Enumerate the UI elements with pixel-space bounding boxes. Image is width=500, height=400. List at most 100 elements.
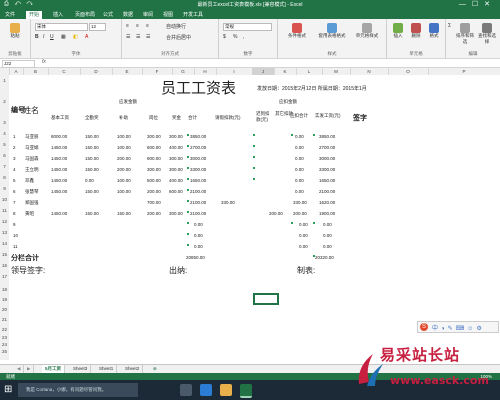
row-header[interactable]: 25	[0, 349, 9, 354]
row-header[interactable]: 6	[0, 153, 9, 158]
merge-center-button[interactable]: 合并后居中	[166, 34, 191, 41]
column-header[interactable]: N	[350, 68, 389, 75]
name-cell[interactable]: 马亚娟	[25, 145, 39, 151]
total-cell[interactable]: 2100.00	[190, 200, 206, 205]
worksheet[interactable]: 员工工资表 发放日期：2015年2月12日 所属日期：2015年1月 编号 姓名…	[9, 75, 500, 360]
seq-cell[interactable]: 4	[13, 167, 16, 172]
actual-cell[interactable]: 0.00	[323, 222, 332, 227]
late-cell[interactable]: 330.00	[221, 200, 235, 205]
fx-icon[interactable]: fx	[42, 59, 46, 65]
row-header[interactable]: 4	[0, 131, 9, 136]
align-right-icon[interactable]: ☰	[146, 34, 150, 40]
font-color-icon[interactable]: A	[85, 34, 88, 40]
ded-total-cell[interactable]: 0.00	[299, 222, 308, 227]
seq-cell[interactable]: 9	[13, 222, 16, 227]
selected-cell[interactable]	[253, 293, 279, 305]
name-cell[interactable]: 邓鑫	[25, 178, 34, 184]
actual-cell[interactable]: 2100.00	[319, 189, 335, 194]
base-cell[interactable]: 1450.00	[51, 145, 67, 150]
tab-insert[interactable]: 插入	[50, 11, 66, 19]
full-att-cell[interactable]: 150.00	[85, 156, 99, 161]
total-cell[interactable]: 3850.00	[190, 134, 206, 139]
ded-total-cell[interactable]: 0.00	[299, 244, 308, 249]
other-cell[interactable]: 200.00	[269, 211, 283, 216]
column-header[interactable]: C	[48, 68, 81, 75]
full-att-cell[interactable]: 150.00	[85, 145, 99, 150]
tab-home[interactable]: 开始	[26, 11, 43, 19]
post-cell[interactable]: 200.00	[147, 211, 161, 216]
column-header-selected[interactable]: J	[252, 68, 275, 75]
align-middle-icon[interactable]: ≡	[136, 23, 139, 29]
row-header[interactable]: 18	[0, 287, 9, 292]
seq-cell[interactable]: 10	[13, 233, 18, 238]
full-att-cell[interactable]: 0.00	[85, 178, 94, 183]
tab-formulas[interactable]: 公式	[100, 11, 116, 19]
subsidy-cell[interactable]: 100.00	[117, 189, 131, 194]
actual-cell[interactable]: 3850.00	[319, 134, 335, 139]
seq-cell[interactable]: 6	[13, 189, 16, 194]
total-cell[interactable]: 0.00	[194, 222, 203, 227]
seq-cell[interactable]: 1	[13, 134, 16, 139]
row-header[interactable]: 24	[0, 342, 9, 347]
name-cell[interactable]: 马国森	[25, 156, 39, 162]
cortana-search-box[interactable]: 我是 Cortana，小娜。有问题尽管问我。	[18, 383, 138, 397]
task-view-icon[interactable]	[180, 384, 192, 396]
bonus-cell[interactable]: 300.00	[169, 167, 183, 172]
row-header[interactable]: 23	[0, 335, 9, 340]
row-header[interactable]: 16	[0, 263, 9, 268]
row-header[interactable]: 12	[0, 219, 9, 224]
base-cell[interactable]: 1450.00	[51, 211, 67, 216]
column-header[interactable]: B	[23, 68, 49, 75]
number-format-select[interactable]: 常规	[223, 23, 272, 31]
tab-developer[interactable]: 开发工具	[180, 11, 206, 19]
wrap-text-button[interactable]: 自动换行	[166, 23, 186, 30]
column-header[interactable]: G	[172, 68, 195, 75]
actual-cell[interactable]: 1650.00	[319, 178, 335, 183]
row-header[interactable]: 17	[0, 274, 9, 279]
align-center-icon[interactable]: ☰	[136, 34, 140, 40]
row-header[interactable]: 3	[0, 120, 9, 125]
row-header[interactable]: 22	[0, 327, 9, 332]
tab-page-layout[interactable]: 页面布局	[72, 11, 98, 19]
ded-total-cell[interactable]: 0.00	[299, 233, 308, 238]
column-header[interactable]: H	[194, 68, 217, 75]
row-header[interactable]: 9	[0, 186, 9, 191]
sort-filter-button[interactable]: 排序和筛选	[454, 23, 476, 45]
subsidy-cell[interactable]: 100.00	[117, 134, 131, 139]
actual-cell[interactable]: 0.00	[323, 233, 332, 238]
base-cell[interactable]: 1450.00	[51, 189, 67, 194]
row-header[interactable]: 7	[0, 164, 9, 169]
column-header[interactable]: A	[9, 68, 24, 75]
border-icon[interactable]: ▦	[61, 34, 66, 40]
underline-button[interactable]: U	[50, 34, 54, 40]
autosum-icon[interactable]: Σ	[448, 23, 451, 29]
close-button[interactable]: ✕	[484, 1, 496, 8]
comma-icon[interactable]: ,	[243, 34, 244, 40]
windows-start-icon[interactable]: ⊞	[4, 384, 12, 395]
name-cell[interactable]: 王立明	[25, 167, 39, 173]
add-sheet-icon[interactable]: ⊕	[150, 365, 160, 373]
tab-review[interactable]: 审阅	[140, 11, 156, 19]
post-cell[interactable]: 300.00	[147, 167, 161, 172]
ime-tool-icons[interactable]: 中◑✎⌨☺⚙	[432, 323, 485, 332]
actual-cell[interactable]: 1900.00	[319, 211, 335, 216]
format-button[interactable]: 格式	[425, 23, 443, 39]
percent-icon[interactable]: %	[233, 34, 237, 40]
row-header[interactable]: 14	[0, 241, 9, 246]
ded-total-cell[interactable]: 0.00	[295, 156, 304, 161]
align-bottom-icon[interactable]: ≡	[146, 23, 149, 29]
name-cell[interactable]: 马亚丽	[25, 134, 39, 140]
seq-cell[interactable]: 7	[13, 200, 16, 205]
ded-total-cell[interactable]: 0.00	[295, 178, 304, 183]
minimize-button[interactable]: —	[459, 1, 472, 8]
tab-file[interactable]: 文件	[2, 11, 18, 19]
full-att-cell[interactable]: 150.00	[85, 189, 99, 194]
row-header[interactable]: 8	[0, 175, 9, 180]
align-top-icon[interactable]: ≡	[126, 23, 129, 29]
find-select-button[interactable]: 查找和选择	[476, 23, 498, 45]
bonus-cell[interactable]: 400.00	[169, 178, 183, 183]
column-header[interactable]: K	[274, 68, 297, 75]
total-cell[interactable]: 2100.00	[190, 189, 206, 194]
row-header[interactable]: 10	[0, 197, 9, 202]
seq-cell[interactable]: 5	[13, 178, 16, 183]
